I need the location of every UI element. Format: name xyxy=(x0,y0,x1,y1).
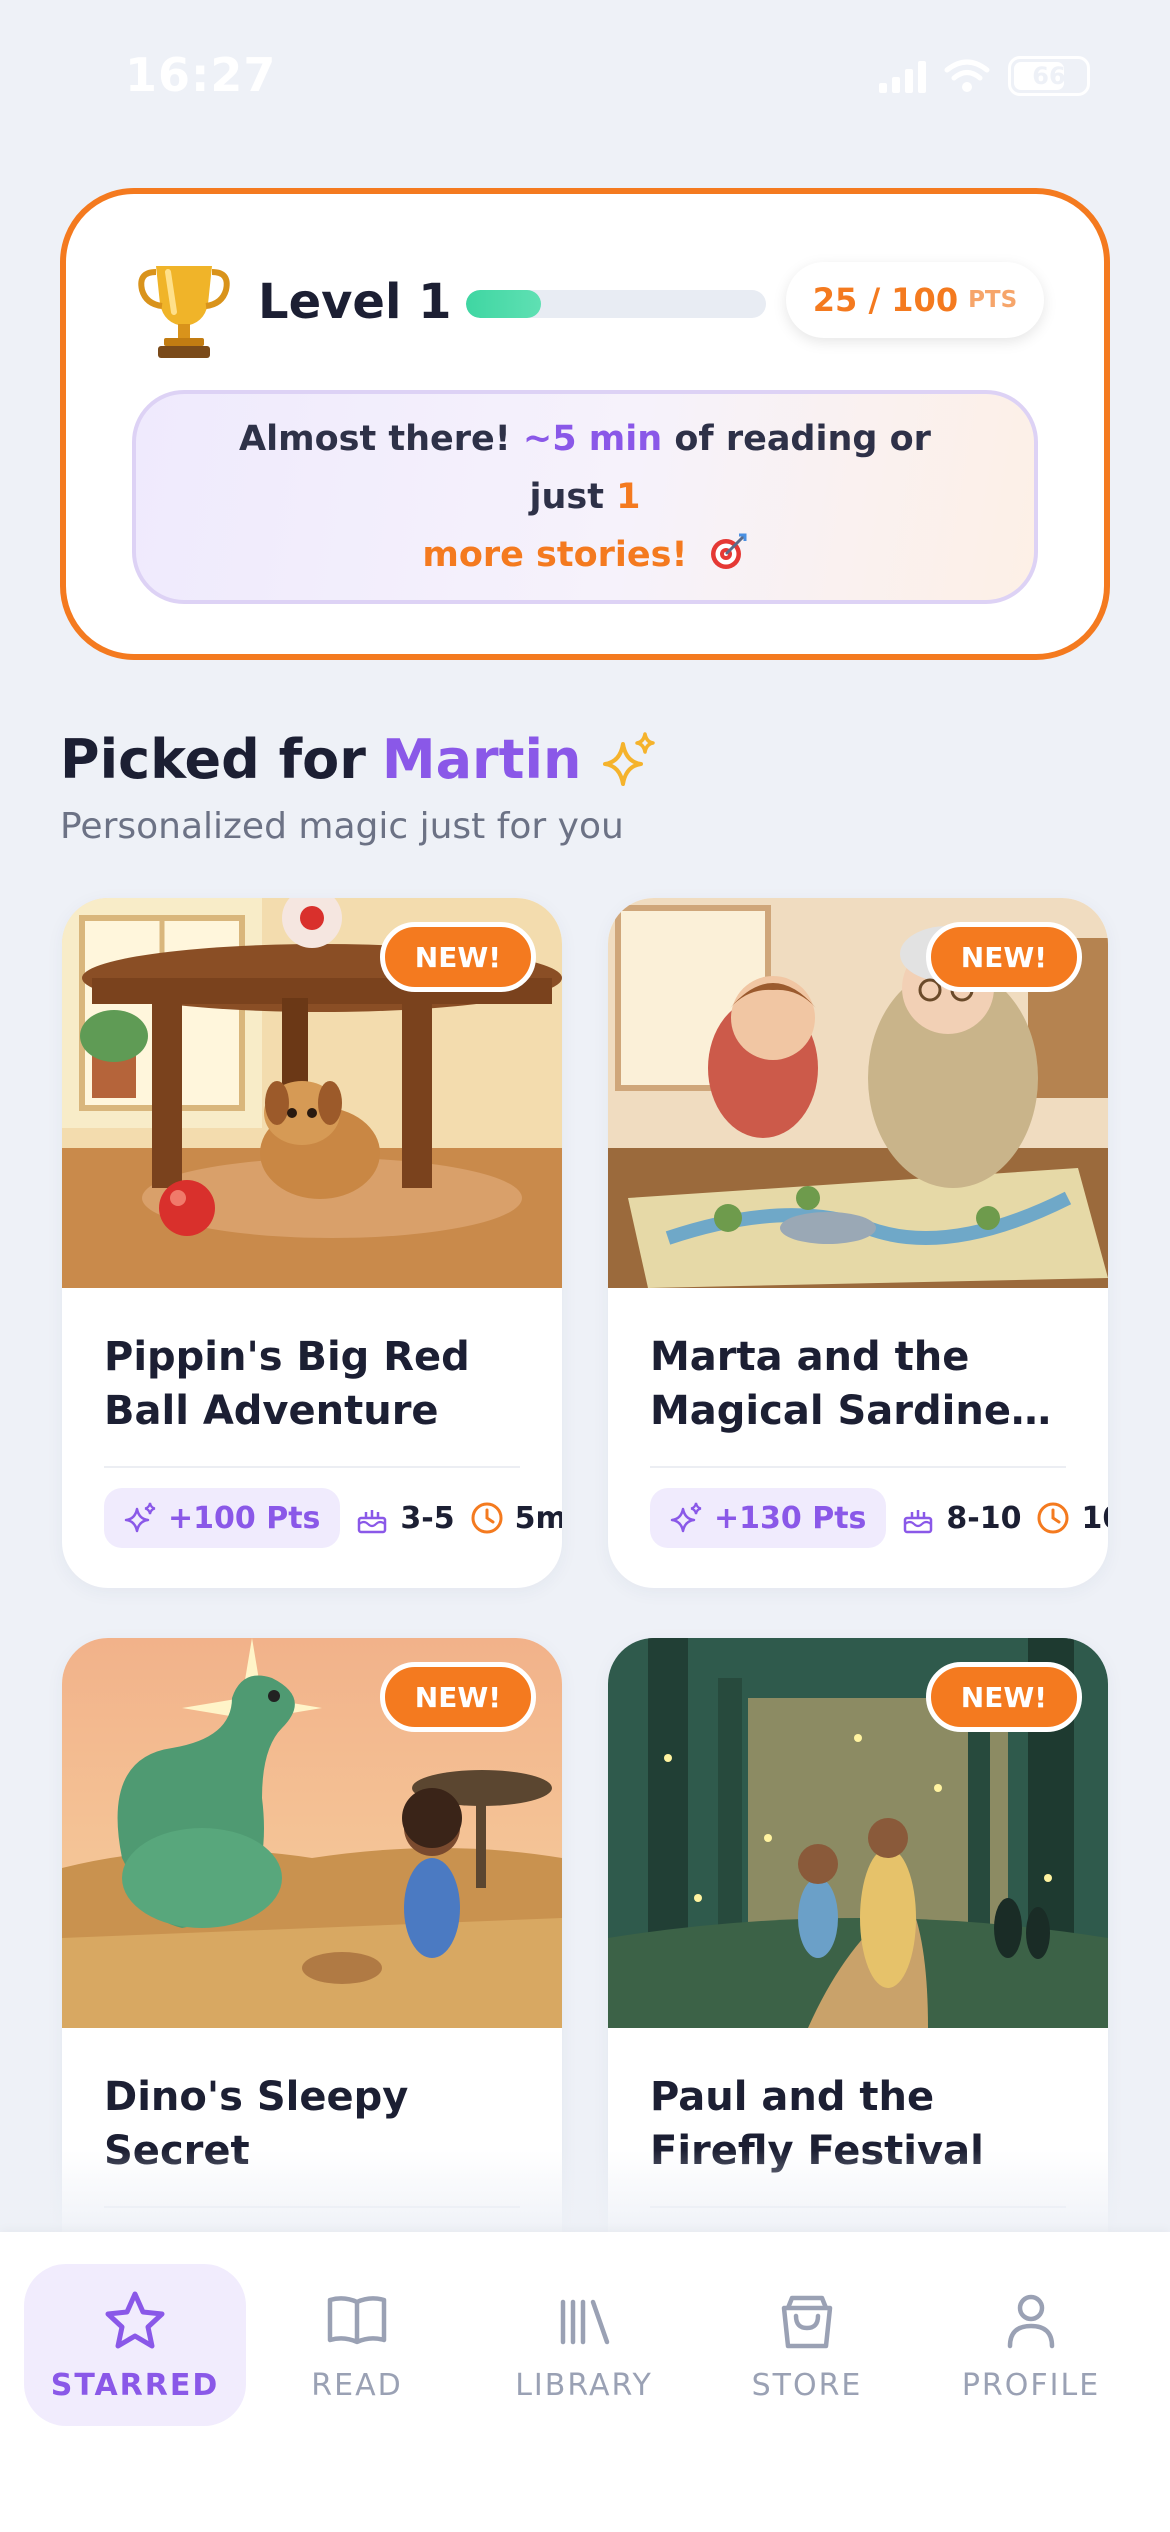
new-badge: NEW! xyxy=(925,922,1082,992)
target-icon xyxy=(710,533,747,569)
sparkles-icon xyxy=(603,731,656,786)
age-range: 3-5 xyxy=(354,1500,455,1536)
story-card[interactable]: NEW! Marta and the Magical Sardine of...… xyxy=(608,898,1108,1588)
nav-label: STARRED xyxy=(50,2367,220,2403)
duration-label: 10min xyxy=(1081,1500,1108,1536)
status-bar: 16:27 66 xyxy=(0,0,1170,150)
cake-icon xyxy=(904,1510,933,1534)
sparkles-icon xyxy=(670,1502,702,1533)
clock-icon xyxy=(1037,1502,1069,1534)
story-card[interactable]: NEW! Pippin's Big Red Ball Adventure +10… xyxy=(62,898,562,1588)
age-range: 8-10 xyxy=(900,1500,1021,1536)
clock-icon xyxy=(471,1502,503,1534)
new-badge: NEW! xyxy=(379,1662,536,1732)
points-unit: PTS xyxy=(968,287,1018,313)
story-meta: +100 Pts 3-5 5min xyxy=(104,1488,562,1548)
story-cover-image: NEW! xyxy=(608,1638,1108,2028)
story-cover-image: NEW! xyxy=(608,898,1108,1288)
duration-label: 5min xyxy=(514,1500,562,1536)
wifi-icon xyxy=(944,59,990,92)
level-card[interactable]: Level 1 25 / 100 PTS Almost there! ~5 mi… xyxy=(60,188,1110,660)
nav-read[interactable]: READ xyxy=(246,2264,468,2426)
points-value: 25 / 100 xyxy=(812,281,959,319)
level-progress-bar xyxy=(466,290,766,318)
new-badge: NEW! xyxy=(379,922,536,992)
status-icons: 66 xyxy=(879,56,1090,96)
story-title: Marta and the Magical Sardine of... xyxy=(650,1334,1011,1434)
points-chip: +100 Pts xyxy=(104,1488,341,1548)
trophy-icon xyxy=(138,266,230,358)
duration: 5min xyxy=(469,1500,562,1536)
cake-icon xyxy=(358,1510,387,1534)
battery-level: 66 xyxy=(1032,62,1066,90)
duration: 10min xyxy=(1035,1500,1108,1536)
motivation-minutes: ~5 min xyxy=(522,419,663,459)
level-title: Level 1 xyxy=(258,274,452,330)
shopping-bag-icon xyxy=(781,2295,833,2348)
motivation-count: 1 xyxy=(616,477,641,517)
section-title-prefix: Picked for xyxy=(60,728,366,791)
nav-label: STORE xyxy=(751,2367,863,2403)
person-icon xyxy=(1007,2294,1055,2348)
section-subtitle: Personalized magic just for you xyxy=(60,806,624,847)
points-label: +100 Pts xyxy=(168,1500,321,1536)
motivation-suffix: more stories! xyxy=(422,535,688,575)
nav-starred[interactable]: STARRED xyxy=(24,2264,246,2426)
nav-library[interactable]: LIBRARY xyxy=(473,2264,695,2426)
story-title: Pippin's Big Red Ball Adventure xyxy=(104,1334,470,1434)
nav-profile[interactable]: PROFILE xyxy=(920,2264,1142,2426)
motivation-banner: Almost there! ~5 min of reading or just … xyxy=(132,390,1038,604)
points-chip: +130 Pts xyxy=(650,1488,887,1548)
star-icon xyxy=(105,2291,165,2348)
card-divider xyxy=(104,1466,520,1468)
motivation-text: Almost there! ~5 min of reading or just … xyxy=(196,410,974,584)
new-badge: NEW! xyxy=(925,1662,1082,1732)
age-label: 3-5 xyxy=(400,1500,455,1536)
library-icon xyxy=(560,2299,610,2344)
nav-label: LIBRARY xyxy=(515,2367,653,2403)
story-cover-image: NEW! xyxy=(62,898,562,1288)
nav-label: PROFILE xyxy=(961,2367,1101,2403)
sparkles-icon xyxy=(124,1502,156,1533)
nav-store[interactable]: STORE xyxy=(696,2264,918,2426)
story-cover-image: NEW! xyxy=(62,1638,562,2028)
battery-icon: 66 xyxy=(1008,56,1090,96)
level-progress-fill xyxy=(466,290,541,318)
card-divider xyxy=(650,1466,1066,1468)
points-pill: 25 / 100 PTS xyxy=(786,262,1044,338)
nav-label: READ xyxy=(311,2367,403,2403)
status-time: 16:27 xyxy=(125,48,277,102)
age-label: 8-10 xyxy=(946,1500,1022,1536)
section-title-name: Martin xyxy=(381,728,582,791)
book-icon xyxy=(327,2295,387,2344)
points-label: +130 Pts xyxy=(714,1500,867,1536)
bottom-navigation: STARRED READ LIBRARY STORE PROFILE xyxy=(0,2232,1170,2532)
motivation-prefix: Almost there! xyxy=(239,419,511,459)
scroll-fade xyxy=(0,2150,1170,2232)
cellular-signal-icon xyxy=(879,59,926,93)
section-title: Picked for Martin xyxy=(60,728,659,791)
story-meta: +130 Pts 8-10 10min xyxy=(650,1488,1108,1548)
